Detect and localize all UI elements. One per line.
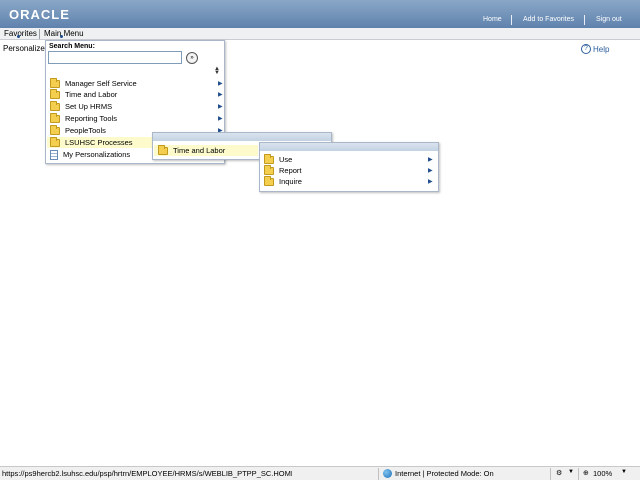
main-menu[interactable]: Main Menu <box>44 29 84 38</box>
folder-icon <box>50 124 60 135</box>
browser-status-bar: https://ps9hercb2.lsuhsc.edu/psp/hrtrn/E… <box>0 466 640 480</box>
menu-item-set-up-hrms[interactable]: Set Up HRMS ▶ <box>50 100 226 112</box>
folder-icon <box>264 175 274 186</box>
help-label: Help <box>593 44 610 54</box>
submenu-item-report[interactable]: Report ▶ <box>264 164 440 176</box>
help-link[interactable]: ? Help <box>581 44 609 54</box>
nav-divider <box>39 29 40 39</box>
folder-icon <box>50 112 60 123</box>
document-icon <box>50 149 58 160</box>
search-menu-input[interactable] <box>48 51 182 64</box>
chevron-right-icon: ▶ <box>218 116 223 122</box>
search-go-button[interactable]: » <box>186 52 198 64</box>
zoom-level[interactable]: 100% <box>593 469 612 478</box>
chevron-right-icon: ▶ <box>428 179 433 185</box>
submenu-header <box>260 143 438 151</box>
menu-item-label: My Personalizations <box>63 150 131 159</box>
folder-icon <box>50 88 60 99</box>
folder-icon <box>158 144 168 155</box>
menu-item-label: Inquire <box>279 177 302 186</box>
menu-item-label: Time and Labor <box>173 146 226 155</box>
chevron-right-icon: ▶ <box>218 92 223 98</box>
submenu-item-time-and-labor[interactable]: Time and Labor <box>154 144 258 156</box>
header-bar: ORACLE Home Add to Favorites Sign out <box>0 0 640 28</box>
status-url: https://ps9hercb2.lsuhsc.edu/psp/hrtrn/E… <box>2 469 292 478</box>
favorites-dropdown-icon <box>17 35 20 38</box>
personalize-link[interactable]: Personalize <box>3 44 45 53</box>
home-link[interactable]: Home <box>483 16 502 23</box>
chevron-down-icon[interactable]: ▼ <box>568 469 574 475</box>
status-divider <box>378 468 379 480</box>
security-zone[interactable]: Internet | Protected Mode: On <box>395 469 494 478</box>
zoom-icon[interactable]: ⊕ <box>583 469 589 477</box>
add-to-favorites-link[interactable]: Add to Favorites <box>523 16 574 23</box>
chevron-right-icon: ▶ <box>428 157 433 163</box>
help-icon: ? <box>581 44 591 54</box>
menu-item-reporting-tools[interactable]: Reporting Tools ▶ <box>50 112 226 124</box>
scroll-arrows-icon[interactable]: ▲ ▼ <box>214 66 220 76</box>
protected-mode-icon[interactable]: ⚙ <box>556 469 562 477</box>
nav-bar: Favorites Main Menu <box>0 28 640 40</box>
menu-item-label: Time and Labor <box>65 90 118 99</box>
menu-item-time-and-labor[interactable]: Time and Labor ▶ <box>50 88 226 100</box>
search-menu-label: Search Menu: <box>49 43 95 50</box>
menu-item-label: Report <box>279 166 302 175</box>
sign-out-link[interactable]: Sign out <box>596 16 622 23</box>
folder-icon <box>50 136 60 147</box>
header-divider <box>511 15 512 25</box>
zoom-dropdown-icon[interactable]: ▼ <box>621 469 627 475</box>
submenu-header <box>153 133 331 141</box>
main-menu-dropdown-icon <box>60 35 63 38</box>
folder-icon <box>264 153 274 164</box>
header-divider <box>584 15 585 25</box>
menu-item-manager-self-service[interactable]: Manager Self Service ▶ <box>50 77 226 89</box>
status-divider <box>550 468 551 480</box>
chevron-right-icon: ▶ <box>218 104 223 110</box>
favorites-menu[interactable]: Favorites <box>4 29 37 38</box>
status-divider <box>578 468 579 480</box>
menu-item-label: Use <box>279 155 293 164</box>
submenu-item-use[interactable]: Use ▶ <box>264 153 440 165</box>
menu-item-lsuhsc-processes[interactable]: LSUHSC Processes <box>47 136 153 148</box>
folder-icon <box>50 100 60 111</box>
menu-item-label: Reporting Tools <box>65 114 117 123</box>
folder-icon <box>50 77 60 88</box>
time-and-labor-submenu: Use ▶ Report ▶ Inquire ▶ <box>259 142 439 192</box>
browser-page: ORACLE Home Add to Favorites Sign out Fa… <box>0 0 640 480</box>
submenu-item-inquire[interactable]: Inquire ▶ <box>264 175 440 187</box>
globe-icon <box>383 469 392 478</box>
menu-item-label: PeopleTools <box>65 126 106 135</box>
menu-item-label: Set Up HRMS <box>65 102 113 111</box>
chevron-right-icon: ▶ <box>428 168 433 174</box>
chevron-right-icon: ▶ <box>218 81 223 87</box>
menu-item-label: LSUHSC Processes <box>65 138 133 147</box>
menu-item-label: Manager Self Service <box>65 79 137 88</box>
folder-icon <box>264 164 274 175</box>
oracle-logo: ORACLE <box>9 7 70 22</box>
